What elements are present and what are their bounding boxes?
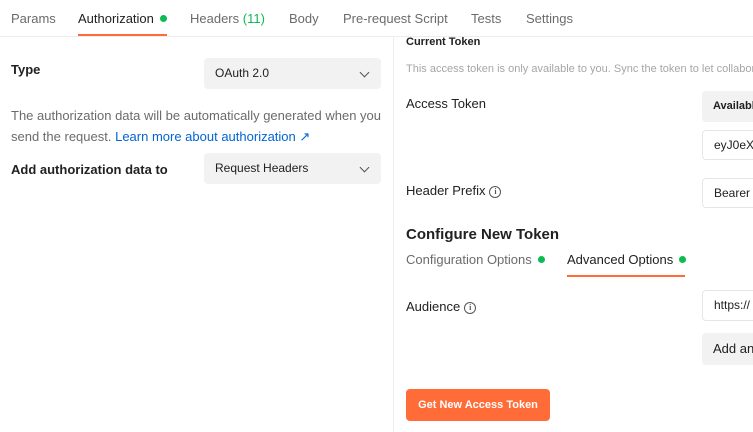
header-prefix-label: Header Prefix i xyxy=(406,183,502,198)
type-label: Type xyxy=(11,62,41,77)
tab-params[interactable]: Params xyxy=(11,0,56,37)
access-token-input[interactable]: eyJ0eXAiOiJKV1QiLCJhbGciOiJSUzI1NiJ9 xyxy=(702,130,753,160)
tab-body[interactable]: Body xyxy=(289,0,319,37)
tab-params-label: Params xyxy=(11,11,56,26)
status-dot-icon xyxy=(537,256,545,263)
auth-description: The authorization data will be automatic… xyxy=(11,105,386,147)
subtab-configuration-label: Configuration Options xyxy=(406,252,532,267)
tab-settings-label: Settings xyxy=(526,11,573,26)
panel-divider xyxy=(393,37,394,432)
subtab-configuration-options[interactable]: Configuration Options xyxy=(406,252,545,277)
available-tokens-value: Available Tokens xyxy=(713,100,753,112)
tab-settings[interactable]: Settings xyxy=(526,0,573,37)
header-prefix-input[interactable]: Bearer xyxy=(702,178,753,208)
current-token-title: Current Token xyxy=(406,36,481,48)
tab-tests-label: Tests xyxy=(471,11,502,26)
learn-more-link[interactable]: Learn more about authorization ↗ xyxy=(115,129,310,144)
status-dot-icon xyxy=(679,256,687,263)
audience-input[interactable]: https:// xyxy=(702,290,753,321)
audience-value: https:// xyxy=(714,298,751,312)
chevron-down-icon xyxy=(359,67,370,78)
add-another-label: Add another xyxy=(713,341,753,356)
add-auth-to-value: Request Headers xyxy=(215,161,309,175)
add-auth-to-label: Add authorization data to xyxy=(11,162,168,177)
add-another-button[interactable]: Add another xyxy=(702,333,753,365)
auth-type-select[interactable]: OAuth 2.0 xyxy=(204,58,381,89)
subtab-advanced-label: Advanced Options xyxy=(567,252,674,267)
tab-prerequest-label: Pre-request Script xyxy=(343,11,448,26)
auth-type-value: OAuth 2.0 xyxy=(215,66,270,80)
tab-headers-label: Headers xyxy=(190,11,240,26)
get-new-access-token-button[interactable]: Get New Access Token xyxy=(406,389,550,421)
current-token-note: This access token is only available to y… xyxy=(406,63,753,75)
access-token-label: Access Token xyxy=(406,96,486,111)
configure-new-token-title: Configure New Token xyxy=(406,226,560,243)
audience-label-text: Audience xyxy=(406,299,461,314)
tab-prerequest-script[interactable]: Pre-request Script xyxy=(343,0,448,37)
request-tabbar: Params Authorization Headers (11) Body P… xyxy=(0,0,753,37)
audience-label: Audience i xyxy=(406,299,477,314)
active-dot-icon xyxy=(159,15,167,22)
tab-authorization[interactable]: Authorization xyxy=(78,0,167,37)
subtab-advanced-options[interactable]: Advanced Options xyxy=(567,252,687,277)
available-tokens-select[interactable]: Available Tokens xyxy=(702,91,753,122)
tab-authorization-label: Authorization xyxy=(78,11,154,26)
tab-headers[interactable]: Headers (11) xyxy=(190,0,265,37)
tab-headers-count: (11) xyxy=(242,11,265,26)
access-token-value: eyJ0eXAiOiJKV1QiLCJhbGciOiJSUzI1NiJ9 xyxy=(714,138,753,152)
tab-body-label: Body xyxy=(289,11,319,26)
info-icon[interactable]: i xyxy=(489,186,502,198)
add-auth-to-select[interactable]: Request Headers xyxy=(204,153,381,184)
chevron-down-icon xyxy=(359,162,370,173)
tab-tests[interactable]: Tests xyxy=(471,0,501,37)
header-prefix-value: Bearer xyxy=(714,186,751,200)
info-icon[interactable]: i xyxy=(464,302,477,314)
header-prefix-label-text: Header Prefix xyxy=(406,183,486,198)
